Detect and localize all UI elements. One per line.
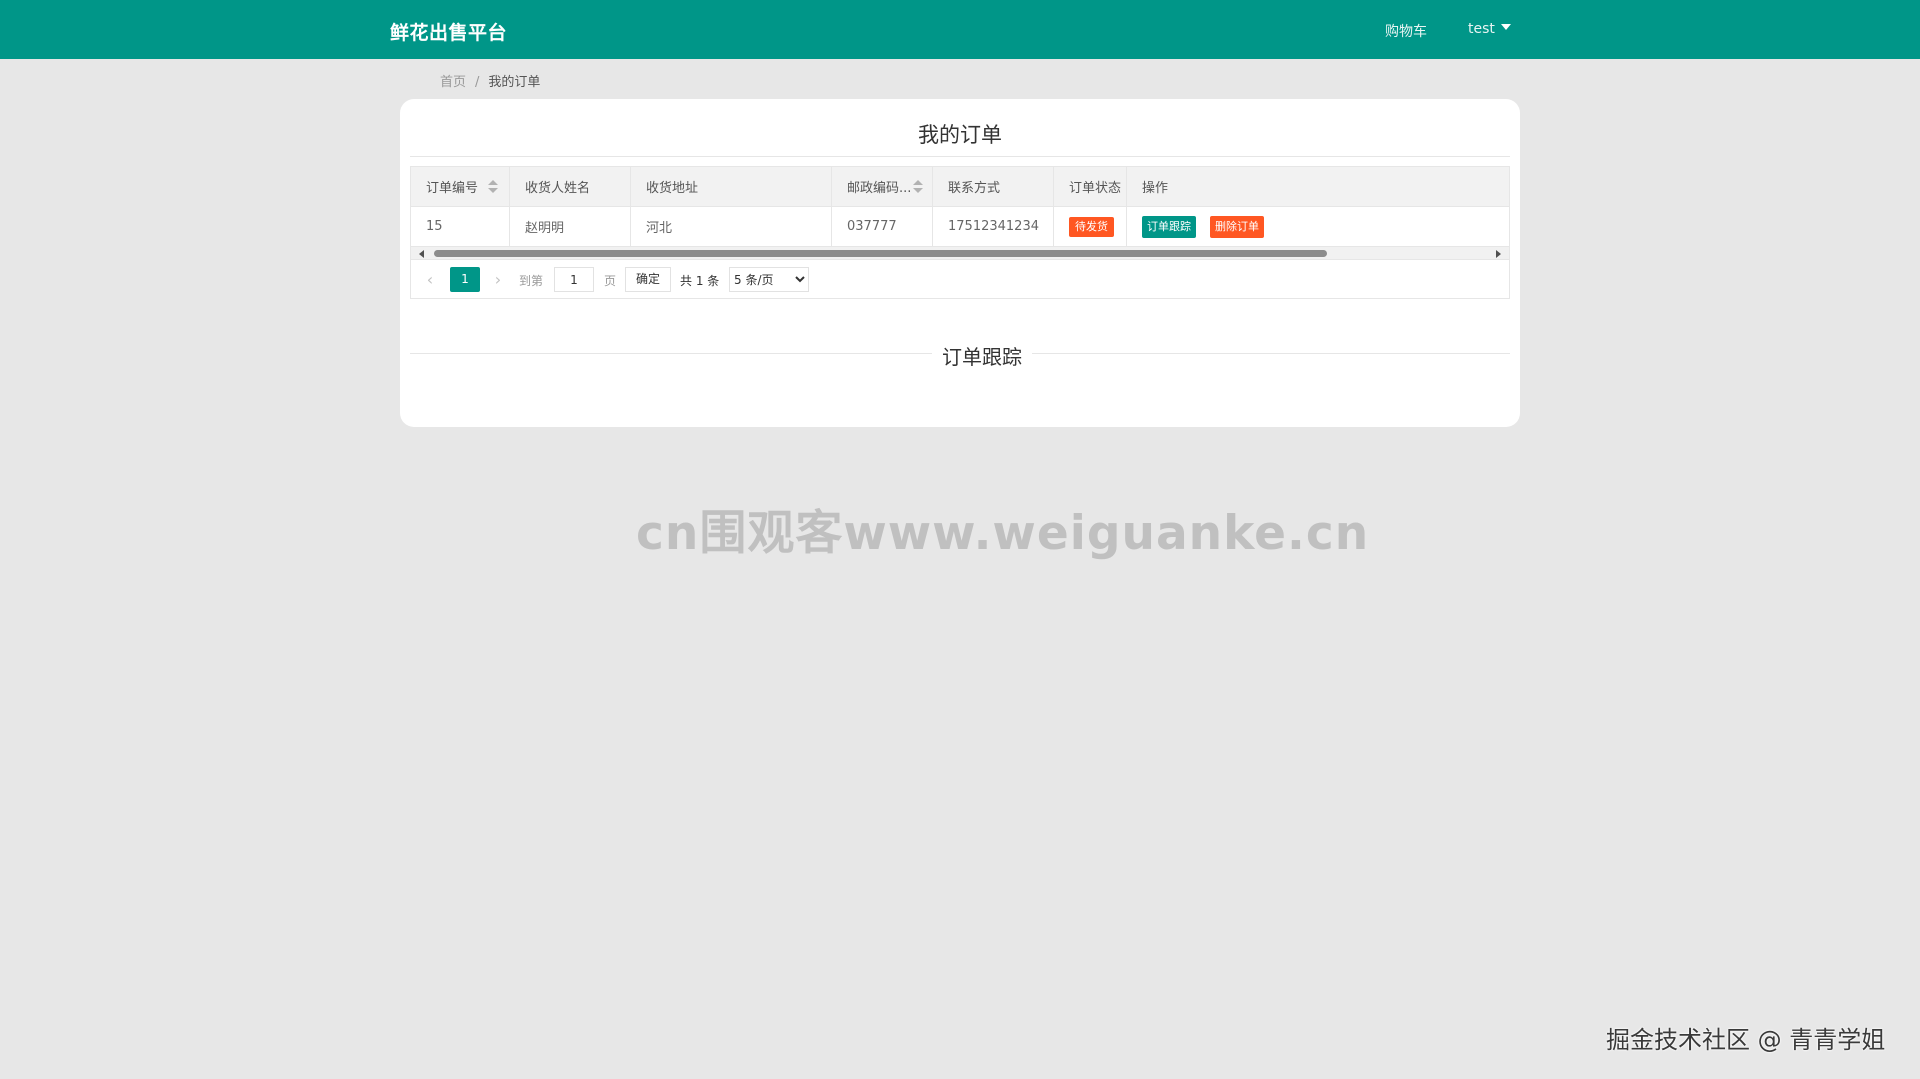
user-menu[interactable]: test <box>1468 21 1511 37</box>
table-header: 订单编号 收货人姓名 收货地址 邮政编码... 联系方式 订单状态 操作 <box>411 167 1509 207</box>
column-label: 邮政编码... <box>847 181 912 196</box>
cell-status: 待发货 <box>1054 207 1127 246</box>
pagination: ‹ 1 › 到第 页 确定 共 1 条 5 条/页 <box>411 259 1509 299</box>
cell-postal-code: 037777 <box>832 207 933 246</box>
cell-phone: 17512341234 <box>933 207 1054 246</box>
column-header-actions: 操作 <box>1142 181 1169 196</box>
tracking-title: 订单跟踪 <box>932 341 1032 370</box>
track-order-button[interactable]: 订单跟踪 <box>1142 215 1196 238</box>
scrollbar-thumb[interactable] <box>434 250 1327 257</box>
scroll-right-icon[interactable] <box>1496 250 1501 258</box>
cart-nav-link[interactable]: 购物车 <box>1385 21 1427 41</box>
column-header-phone: 联系方式 <box>933 167 1054 206</box>
page-title: 我的订单 <box>918 123 1002 147</box>
column-header-recipient: 收货人姓名 <box>510 167 631 206</box>
column-header-address: 收货地址 <box>631 167 832 206</box>
page-number-current[interactable]: 1 <box>450 267 480 292</box>
delete-order-button[interactable]: 删除订单 <box>1210 215 1264 238</box>
watermark-center: cn围观客www.weiguanke.cn <box>636 506 1370 561</box>
column-header-postal-code[interactable]: 邮政编码... <box>832 167 933 206</box>
breadcrumb-home-link[interactable]: 首页 <box>440 75 466 90</box>
cell-recipient: 赵明明 <box>510 207 631 246</box>
orders-card: 我的订单 订单编号 收货人姓名 收货地址 邮政编码... 联系方式 订单状态 操… <box>400 99 1520 427</box>
goto-page-input[interactable] <box>554 267 594 292</box>
breadcrumb-separator: / <box>475 75 480 90</box>
chevron-right-icon[interactable]: › <box>489 270 507 290</box>
column-header-status: 订单状态 <box>1054 167 1127 206</box>
orders-table: 订单编号 收货人姓名 收货地址 邮政编码... 联系方式 订单状态 操作 15 … <box>410 166 1510 299</box>
horizontal-scrollbar[interactable] <box>411 246 1509 259</box>
cell-address: 河北 <box>631 207 832 246</box>
title-divider <box>410 156 1510 157</box>
scroll-left-icon[interactable] <box>419 250 424 258</box>
total-count: 共 1 条 <box>680 274 720 288</box>
page-suffix-label: 页 <box>604 274 617 288</box>
watermark-corner: 掘金技术社区 @ 青青学姐 <box>1606 1026 1886 1054</box>
status-badge: 待发货 <box>1069 216 1114 237</box>
breadcrumb: 首页 / 我的订单 <box>440 71 540 90</box>
site-logo[interactable]: 鲜花出售平台 <box>390 18 507 45</box>
column-label: 订单编号 <box>426 181 479 196</box>
goto-label: 到第 <box>519 274 544 288</box>
table-row: 15 赵明明 河北 037777 17512341234 待发货 订单跟踪 删除… <box>411 207 1509 246</box>
page-size-select[interactable]: 5 条/页 <box>729 267 809 292</box>
column-header-order-id[interactable]: 订单编号 <box>411 167 510 206</box>
cell-order-id: 15 <box>411 207 510 246</box>
sort-icon[interactable] <box>488 179 499 194</box>
top-navbar: 鲜花出售平台 购物车 test <box>0 0 1920 59</box>
chevron-left-icon[interactable]: ‹ <box>421 270 439 290</box>
goto-confirm-button[interactable]: 确定 <box>625 267 671 292</box>
caret-down-icon <box>1500 24 1511 30</box>
sort-icon[interactable] <box>913 179 924 194</box>
breadcrumb-current: 我的订单 <box>488 75 541 90</box>
user-name-label: test <box>1468 21 1495 37</box>
cell-actions: 订单跟踪 删除订单 <box>1127 207 1509 246</box>
